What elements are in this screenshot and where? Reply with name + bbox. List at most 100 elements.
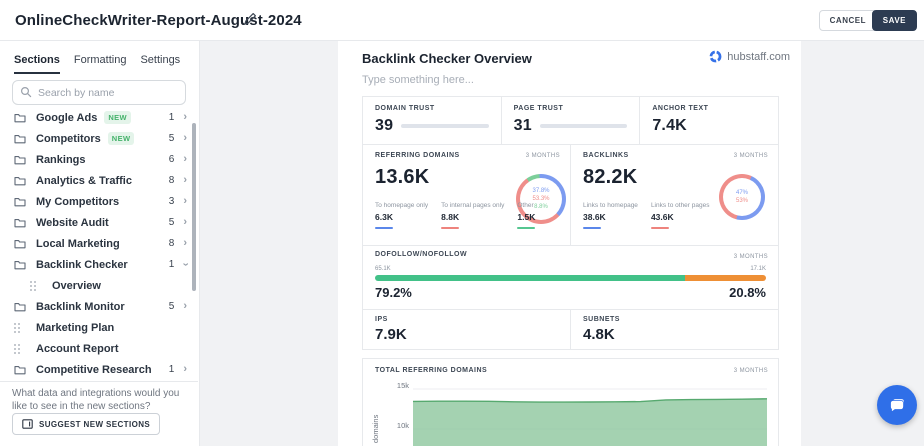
referring-domains-breakdown: To homepage only 6.3K To internal pages on… [375, 202, 536, 229]
edit-pencil-icon[interactable] [243, 12, 257, 26]
sidebar-item-label: Backlink Checker [36, 258, 128, 271]
breakdown-color-line [583, 227, 601, 229]
breakdown-color-line [375, 227, 393, 229]
sidebar-header: Sections Formatting Settings [0, 41, 198, 111]
folder-icon [14, 239, 27, 249]
section-count: 3 [168, 196, 175, 207]
text-block-placeholder[interactable]: Type something here... [362, 74, 474, 86]
site-badge: hubstaff.com [709, 50, 790, 63]
chevron-right-icon[interactable]: › [183, 112, 187, 123]
folder-icon [14, 302, 27, 312]
y-axis-label: domains [371, 414, 380, 443]
sidebar-item-label: Backlink Monitor [36, 300, 125, 313]
breakdown-item: To internal pages only 8.8K [441, 202, 504, 229]
breakdown-color-line [441, 227, 460, 229]
anchor-text-card: ANCHOR TEXT 7.4K [640, 97, 778, 144]
chevron-right-icon[interactable]: › [183, 154, 187, 165]
tab-formatting[interactable]: Formatting [74, 54, 127, 74]
domain-trust-card: DOMAIN TRUST 39 [363, 97, 501, 144]
section-count: 5 [168, 133, 175, 144]
sidebar-item-local-marketing[interactable]: Local Marketing 8 › [0, 233, 198, 254]
total-referring-domains-card: TOTAL REFERRING DOMAINS 3 MONTHS 15k 10k… [362, 358, 779, 446]
folder-icon [14, 134, 27, 144]
report-preview-panel: Backlink Checker Overview hubstaff.com T… [338, 41, 801, 446]
sidebar-item-backlink-monitor[interactable]: Backlink Monitor 5 › [0, 296, 198, 317]
referring-domains-card: REFERRING DOMAINS 3 MONTHS 13.6K 37.8% 53… [363, 145, 570, 245]
chevron-down-icon[interactable]: › [180, 263, 192, 267]
sidebar-divider [0, 381, 198, 382]
donut-center-labels: 37.8% 53.3% 8.8% [516, 174, 566, 224]
anchor-text-label: ANCHOR TEXT [652, 105, 709, 112]
new-badge: NEW [107, 132, 135, 145]
page-trust-card: PAGE TRUST 31 [501, 97, 640, 144]
sidebar-item-analytics-traffic[interactable]: Analytics & Traffic 8 › [0, 170, 198, 191]
referring-domains-area-chart [413, 388, 767, 446]
sidebar-scrollbar[interactable] [192, 123, 196, 291]
period-badge: 3 MONTHS [733, 153, 768, 159]
period-badge: 3 MONTHS [733, 254, 768, 260]
search-icon [20, 86, 32, 98]
sidebar-item-account-report[interactable]: Account Report [0, 338, 198, 359]
breakdown-label: To homepage only [375, 202, 429, 209]
chevron-right-icon[interactable]: › [183, 175, 187, 186]
sidebar-item-backlink-checker[interactable]: Backlink Checker 1 › [0, 254, 198, 275]
sidebar-item-label: Rankings [36, 153, 86, 166]
dofollow-label: DOFOLLOW/NOFOLLOW [375, 251, 468, 258]
section-count: 1 [168, 364, 175, 375]
section-count: 8 [168, 175, 175, 186]
tab-settings[interactable]: Settings [140, 54, 180, 74]
tab-sections[interactable]: Sections [14, 54, 60, 74]
sidebar-item-marketing-plan[interactable]: Marketing Plan [0, 317, 198, 338]
sidebar-item-label: Website Audit [36, 216, 109, 229]
chat-launcher-button[interactable] [877, 385, 917, 425]
suggest-new-sections-button[interactable]: SUGGEST NEW SECTIONS [12, 413, 161, 435]
folder-icon [14, 155, 27, 165]
suggest-icon [22, 419, 33, 429]
breakdown-value: 8.8K [441, 212, 460, 222]
donut-percent-label: 8.8% [534, 204, 548, 210]
section-count: 1 [168, 112, 175, 123]
chevron-right-icon[interactable]: › [183, 301, 187, 312]
chevron-right-icon[interactable]: › [183, 133, 187, 144]
breakdown-label: Links to homepage [583, 202, 638, 209]
metric-cards: DOMAIN TRUST 39 PAGE TRUST 31 ANCHOR TEX… [362, 96, 779, 350]
subnets-label: SUBNETS [583, 316, 620, 323]
breakdown-label: Links to other pages [650, 202, 710, 209]
sidebar-item-website-audit[interactable]: Website Audit 5 › [0, 212, 198, 233]
nofollow-count: 17.1K [750, 266, 766, 272]
breakdown-value: 43.6K [650, 212, 674, 222]
donut-percent-label: 47% [735, 190, 748, 196]
chevron-right-icon[interactable]: › [183, 217, 187, 228]
section-count: 1 [168, 259, 175, 270]
chevron-right-icon[interactable]: › [183, 196, 187, 207]
subnets-value: 4.8K [583, 326, 615, 343]
sidebar-item-competitive-research[interactable]: Competitive Research 1 › [0, 359, 198, 380]
domain-trust-value: 39 [375, 117, 394, 134]
ips-card: IPS 7.9K [363, 310, 570, 349]
sidebar-item-rankings[interactable]: Rankings 6 › [0, 149, 198, 170]
sidebar-item-label: Marketing Plan [36, 321, 115, 334]
sidebar-item-label: Competitive Research [36, 363, 152, 376]
sidebar-item-overview[interactable]: Overview [0, 275, 198, 296]
search-input[interactable] [12, 80, 186, 105]
breakdown-color-line [650, 227, 669, 229]
chevron-right-icon[interactable]: › [183, 364, 187, 375]
drag-handle-icon [14, 343, 27, 354]
dofollow-nofollow-card: DOFOLLOW/NOFOLLOW 3 MONTHS 65.1K 17.1K 7… [363, 246, 778, 309]
period-badge: 3 MONTHS [733, 368, 768, 374]
donut-percent-label: 37.8% [532, 188, 550, 194]
page-trust-value: 31 [513, 117, 532, 134]
sidebar-item-my-competitors[interactable]: My Competitors 3 › [0, 191, 198, 212]
sidebar-item-label: My Competitors [36, 195, 120, 208]
save-button[interactable]: SAVE [871, 10, 917, 31]
anchor-text-value: 7.4K [652, 117, 687, 134]
section-count: 5 [168, 217, 175, 228]
nofollow-percent: 20.8% [729, 285, 766, 300]
sections-sidebar: Sections Formatting Settings Google Ads N… [0, 41, 200, 446]
sidebar-item-competitors[interactable]: Competitors NEW 5 › [0, 128, 198, 149]
section-title: Backlink Checker Overview [362, 51, 532, 66]
chevron-right-icon[interactable]: › [183, 238, 187, 249]
breakdown-value: 6.3K [375, 212, 393, 222]
backlinks-donut-chart: 47% 53% [719, 174, 765, 220]
cancel-button[interactable]: CANCEL [818, 10, 877, 31]
